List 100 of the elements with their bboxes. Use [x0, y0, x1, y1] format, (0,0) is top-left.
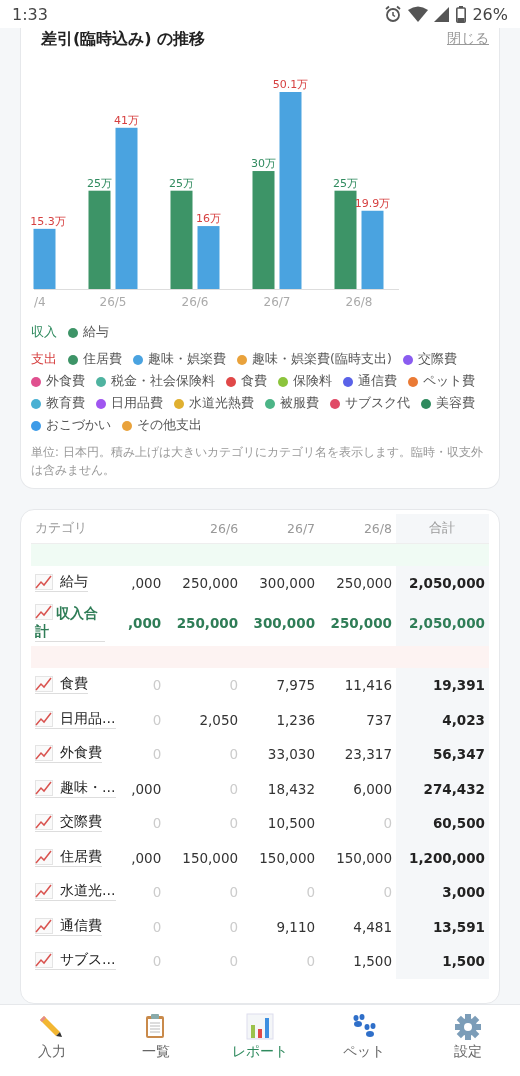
battery-level: 26%: [472, 4, 508, 24]
category-link[interactable]: サブス…: [35, 951, 116, 971]
table-cell: 737: [319, 702, 396, 738]
data-label: 19.9万: [354, 196, 391, 210]
table-cell: 300,000: [242, 600, 320, 647]
trend-chart-icon: [35, 604, 53, 621]
category-link[interactable]: 収入合計: [35, 604, 105, 643]
note-text: 単位: 日本円。積み上げは大きいカテゴリにカテゴリ名を表示します。臨時・収支外は含みません。: [31, 444, 484, 479]
table-cell: 7,975: [242, 668, 320, 703]
legend-label: 水道光熱費: [189, 395, 254, 412]
data-label: 50.1万: [272, 78, 309, 91]
legend-label: サブスク代: [345, 395, 410, 412]
trend-chart-icon: [35, 573, 53, 590]
total-cell: 4,023: [396, 702, 489, 738]
legend-group-label: 収入: [31, 324, 57, 341]
category-link[interactable]: 日用品…: [35, 709, 116, 729]
total-cell: 13,591: [396, 909, 489, 945]
table-cell: 250,000: [319, 600, 396, 647]
legend-label: 趣味・娯楽費: [148, 351, 226, 368]
signal-icon: [434, 6, 451, 22]
table-cell-text: 1,236: [275, 710, 317, 730]
total-cell: 3,000: [396, 875, 489, 910]
total-cell: 1,200,000: [396, 840, 489, 876]
trend-chart-icon: [35, 883, 53, 900]
bar-chart-icon: [246, 1013, 274, 1041]
table-cell-text: 150,000: [258, 848, 317, 868]
table-cell-text: 2,050: [198, 710, 240, 730]
table-cell: 4,481: [319, 909, 396, 945]
category-link[interactable]: 住居費: [35, 847, 102, 867]
table-cell: ,000: [119, 600, 166, 647]
table-cell: 300,000: [242, 565, 320, 601]
table-cell: 23,317: [319, 737, 396, 772]
legend-label: 食費: [241, 373, 267, 390]
total-cell: 19,391: [396, 668, 489, 703]
table-cell-text: ,000: [130, 848, 163, 868]
trend-chart-icon: [35, 917, 53, 934]
data-label: 25万: [333, 176, 358, 190]
legend-label: おこづかい: [46, 417, 111, 434]
category-link[interactable]: 食費: [35, 675, 88, 695]
alarm-icon: [384, 5, 403, 23]
category-link[interactable]: 趣味・…: [35, 778, 116, 798]
column-header: 26/6: [165, 513, 243, 544]
total-cell: 2,050,000: [396, 600, 489, 647]
category-link[interactable]: 給与: [35, 572, 88, 592]
legend-group-label: 支出: [31, 351, 57, 368]
table-cell: 11,416: [319, 668, 396, 703]
axis-label: 26/6: [181, 295, 209, 309]
legend-label: 教育費: [46, 395, 85, 412]
card-title: 差引(臨時込み) の推移: [41, 28, 206, 50]
nav-tab[interactable]: ペット: [329, 1013, 399, 1065]
axis-label: 26/8: [345, 295, 373, 309]
legend-label: 保険料: [293, 373, 332, 390]
legend-label: 交際費: [417, 351, 457, 368]
data-label: 41万: [114, 113, 139, 127]
table-cell-text: ,000: [130, 779, 163, 799]
data-label: 30万: [251, 157, 276, 171]
legend-label: 住居費: [83, 351, 122, 368]
table-cell-text: 10,500: [266, 814, 317, 834]
nav-tab[interactable]: 入力: [17, 1013, 87, 1065]
table-cell: 1,500: [319, 944, 396, 979]
category-link[interactable]: 通信費: [35, 916, 102, 936]
data-label: 15.3万: [31, 214, 66, 228]
table-cell-text: 18,432: [266, 779, 317, 799]
trend-chart-icon: [35, 952, 53, 969]
legend-label: 外食費: [46, 373, 85, 390]
legend-label: 税金・社会保険料: [111, 373, 215, 390]
trend-chart-icon: [35, 779, 53, 796]
data-label: 16万: [196, 212, 221, 226]
table-cell: 150,000: [319, 840, 396, 876]
trend-chart-icon: [35, 848, 53, 865]
trend-chart-icon: [35, 676, 53, 693]
category-link[interactable]: 交際費: [35, 813, 102, 833]
column-header: 26/7: [242, 513, 320, 544]
column-header: 合計: [396, 513, 489, 544]
total-cell: 274,432: [396, 771, 489, 807]
total-cell: 2,050,000: [396, 565, 489, 601]
nav-tab[interactable]: 設定: [433, 1013, 503, 1065]
nav-tab[interactable]: レポート: [225, 1013, 295, 1065]
wifi-icon: [408, 6, 429, 22]
total-cell: 56,347: [396, 737, 489, 772]
total-cell: 60,500: [396, 806, 489, 841]
legend-label: 美容費: [436, 395, 475, 412]
legend-label: 趣味・娯楽費(臨時支出): [252, 351, 392, 368]
category-link[interactable]: 水道光…: [35, 882, 116, 902]
legend-label: その他支出: [137, 417, 202, 434]
legend-label: 被服費: [280, 395, 319, 412]
table-cell-text: 150,000: [181, 848, 240, 868]
column-header: カテゴリ: [31, 513, 120, 544]
data-label: 25万: [169, 176, 194, 190]
axis-label: /4: [34, 295, 46, 309]
table-cell: 250,000: [165, 565, 243, 601]
table-cell: 250,000: [319, 565, 396, 601]
total-cell: 1,500: [396, 944, 489, 979]
table-cell-text: 33,030: [266, 745, 317, 765]
category-link[interactable]: 外食費: [35, 744, 102, 764]
nav-tab[interactable]: 一覧: [121, 1013, 191, 1065]
legend-label: 通信費: [358, 373, 397, 390]
trend-chart-icon: [35, 814, 53, 831]
legend-label: 日用品費: [111, 395, 163, 412]
data-label: 25万: [87, 176, 112, 190]
